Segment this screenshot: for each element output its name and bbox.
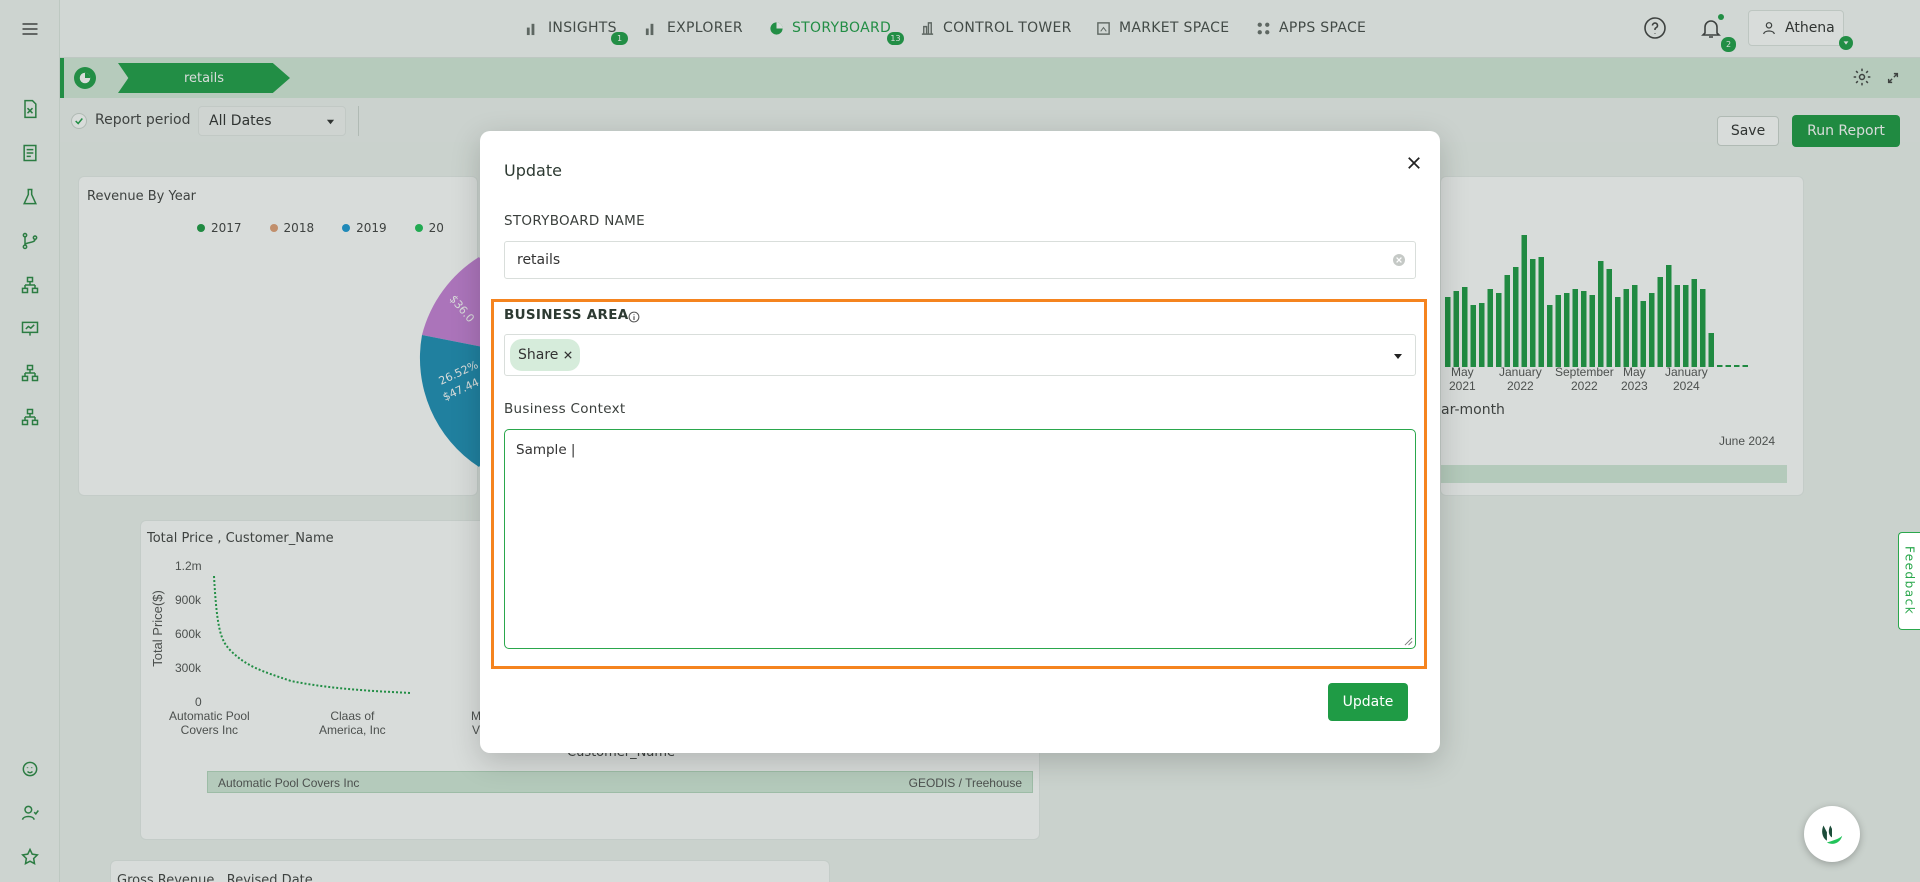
business-area-chip: Share [510,339,581,371]
assistant-fab[interactable] [1804,806,1860,862]
feedback-tab[interactable]: Feedback [1898,532,1920,630]
info-icon[interactable] [628,308,640,327]
close-icon[interactable] [1402,151,1426,175]
update-button[interactable]: Update [1328,683,1408,721]
chip-label: Share [518,347,559,363]
feedback-label: Feedback [1902,546,1917,616]
caret-down-icon [1394,354,1402,359]
business-area-label: BUSINESS AREA [504,307,629,323]
business-context-value: Sample | [516,442,576,458]
storyboard-name-value: retails [517,252,561,268]
resize-handle-icon[interactable] [1404,637,1413,646]
business-context-label: Business Context [504,401,626,417]
update-modal: Update STORYBOARD NAME retails BUSINESS … [480,131,1440,753]
modal-title: Update [504,161,562,180]
business-area-select[interactable] [504,334,1416,376]
clear-icon[interactable] [1393,254,1405,266]
chip-remove-icon[interactable] [564,351,573,359]
storyboard-name-input[interactable]: retails [504,241,1416,279]
storyboard-name-label: STORYBOARD NAME [504,213,645,229]
assistant-logo-icon [1822,825,1843,844]
business-context-textarea[interactable]: Sample | [504,429,1416,649]
